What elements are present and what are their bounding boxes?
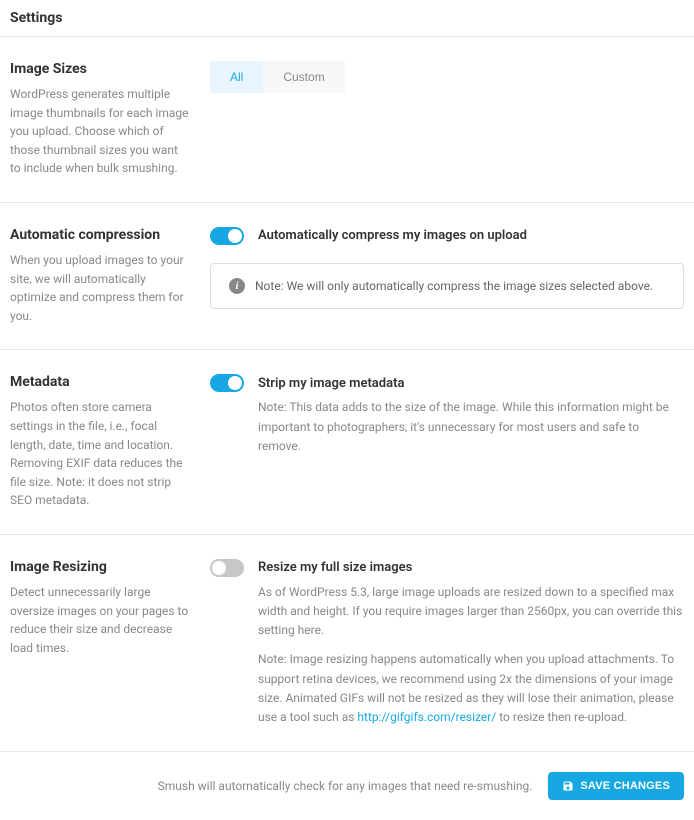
save-icon bbox=[562, 780, 574, 792]
section-left: Image Resizing Detect unnecessarily larg… bbox=[10, 559, 210, 727]
section-image-sizes: Image Sizes WordPress generates multiple… bbox=[0, 37, 694, 203]
metadata-toggle-row: Strip my image metadata bbox=[210, 374, 684, 392]
section-right: All Custom bbox=[210, 61, 684, 178]
footer-note: Smush will automatically check for any i… bbox=[158, 779, 533, 793]
section-right: Automatically compress my images on uplo… bbox=[210, 227, 684, 325]
auto-compress-toggle-row: Automatically compress my images on uplo… bbox=[210, 227, 684, 245]
tab-all[interactable]: All bbox=[210, 61, 263, 93]
resizing-toggle[interactable] bbox=[210, 559, 244, 577]
section-title: Image Sizes bbox=[10, 61, 190, 77]
section-metadata: Metadata Photos often store camera setti… bbox=[0, 350, 694, 535]
section-right: Strip my image metadata Note: This data … bbox=[210, 374, 684, 510]
section-left: Metadata Photos often store camera setti… bbox=[10, 374, 210, 510]
auto-compress-notice: i Note: We will only automatically compr… bbox=[210, 263, 684, 309]
page-title: Settings bbox=[10, 10, 684, 26]
notice-text: Note: We will only automatically compres… bbox=[255, 279, 653, 293]
image-sizes-tabs: All Custom bbox=[210, 61, 684, 93]
section-desc: When you upload images to your site, we … bbox=[10, 251, 190, 325]
resizing-note-2-post: to resize then re-upload. bbox=[496, 710, 627, 724]
auto-compress-label: Automatically compress my images on uplo… bbox=[258, 228, 527, 243]
metadata-label: Strip my image metadata bbox=[258, 376, 404, 391]
section-desc: WordPress generates multiple image thumb… bbox=[10, 85, 190, 178]
section-auto-compress: Automatic compression When you upload im… bbox=[0, 203, 694, 350]
metadata-toggle[interactable] bbox=[210, 374, 244, 392]
section-title: Image Resizing bbox=[10, 559, 190, 575]
resizing-label: Resize my full size images bbox=[258, 560, 412, 575]
section-title: Metadata bbox=[10, 374, 190, 390]
info-icon: i bbox=[229, 278, 245, 294]
section-desc: Photos often store camera settings in th… bbox=[10, 398, 190, 510]
resizing-toggle-row: Resize my full size images bbox=[210, 559, 684, 577]
resizing-note-2: Note: Image resizing happens automatical… bbox=[258, 650, 684, 727]
section-left: Automatic compression When you upload im… bbox=[10, 227, 210, 325]
save-button-label: SAVE CHANGES bbox=[580, 780, 670, 792]
auto-compress-toggle[interactable] bbox=[210, 227, 244, 245]
section-title: Automatic compression bbox=[10, 227, 190, 243]
resizing-note-1: As of WordPress 5.3, large image uploads… bbox=[258, 583, 684, 641]
section-resizing: Image Resizing Detect unnecessarily larg… bbox=[0, 535, 694, 752]
footer: Smush will automatically check for any i… bbox=[0, 752, 694, 820]
resizer-link[interactable]: http://gifgifs.com/resizer/ bbox=[357, 710, 496, 724]
section-left: Image Sizes WordPress generates multiple… bbox=[10, 61, 210, 178]
tab-custom[interactable]: Custom bbox=[263, 61, 344, 93]
section-right: Resize my full size images As of WordPre… bbox=[210, 559, 684, 727]
save-button[interactable]: SAVE CHANGES bbox=[548, 772, 684, 800]
metadata-note: Note: This data adds to the size of the … bbox=[258, 398, 684, 456]
section-desc: Detect unnecessarily large oversize imag… bbox=[10, 583, 190, 657]
page-header: Settings bbox=[0, 0, 694, 37]
